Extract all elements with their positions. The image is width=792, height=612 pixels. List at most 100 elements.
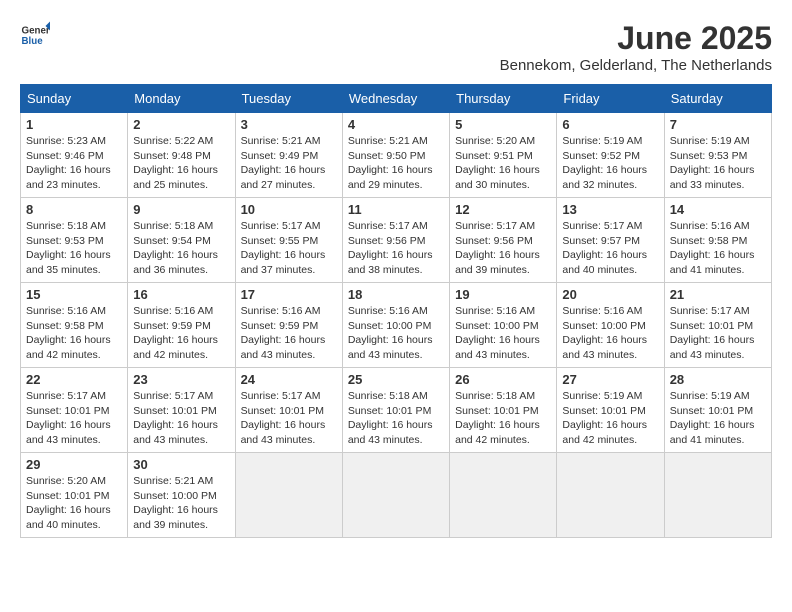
calendar-cell: 21 Sunrise: 5:17 AMSunset: 10:01 PMDaylig… [664, 283, 771, 368]
day-number: 8 [26, 202, 122, 217]
calendar-cell: 30Sunrise: 5:21 AMSunset: 10:00 PMDaylig… [128, 453, 235, 538]
day-number: 29 [26, 457, 122, 472]
calendar-cell: 28 Sunrise: 5:19 AMSunset: 10:01 PMDaylig… [664, 368, 771, 453]
day-number: 26 [455, 372, 551, 387]
calendar-cell: 22 Sunrise: 5:17 AMSunset: 10:01 PMDaylig… [21, 368, 128, 453]
day-number: 21 [670, 287, 766, 302]
calendar-cell: 27 Sunrise: 5:19 AMSunset: 10:01 PMDaylig… [557, 368, 664, 453]
day-info: Sunrise: 5:20 AMSunset: 9:51 PMDaylight:… [455, 134, 551, 193]
calendar-cell: 2 Sunrise: 5:22 AMSunset: 9:48 PMDaylight… [128, 113, 235, 198]
header-tuesday: Tuesday [235, 85, 342, 113]
calendar-cell [664, 453, 771, 538]
calendar-week-row: 29 Sunrise: 5:20 AMSunset: 10:01 PMDaylig… [21, 453, 772, 538]
day-number: 27 [562, 372, 658, 387]
location-subtitle: Bennekom, Gelderland, The Netherlands [500, 57, 772, 74]
calendar-week-row: 22 Sunrise: 5:17 AMSunset: 10:01 PMDaylig… [21, 368, 772, 453]
day-number: 14 [670, 202, 766, 217]
day-info: Sunrise: 5:19 AMSunset: 10:01 PMDaylight… [562, 389, 658, 448]
header-saturday: Saturday [664, 85, 771, 113]
calendar-cell: 7Sunrise: 5:19 AMSunset: 9:53 PMDaylight… [664, 113, 771, 198]
header: General Blue June 2025 Bennekom, Gelderl… [20, 20, 772, 74]
calendar-cell: 6Sunrise: 5:19 AMSunset: 9:52 PMDaylight… [557, 113, 664, 198]
day-number: 16 [133, 287, 229, 302]
calendar-cell: 4Sunrise: 5:21 AMSunset: 9:50 PMDaylight… [342, 113, 449, 198]
day-number: 10 [241, 202, 337, 217]
day-number: 18 [348, 287, 444, 302]
calendar-cell: 10 Sunrise: 5:17 AMSunset: 9:55 PMDayligh… [235, 198, 342, 283]
calendar-cell: 9 Sunrise: 5:18 AMSunset: 9:54 PMDaylight… [128, 198, 235, 283]
day-info: Sunrise: 5:17 AMSunset: 10:01 PMDaylight… [26, 389, 122, 448]
day-info: Sunrise: 5:17 AMSunset: 9:57 PMDaylight:… [562, 219, 658, 278]
day-info: Sunrise: 5:16 AMSunset: 10:00 PMDaylight… [455, 304, 551, 363]
svg-text:General: General [22, 26, 51, 37]
title-area: June 2025 Bennekom, Gelderland, The Neth… [500, 20, 772, 74]
calendar-cell: 15 Sunrise: 5:16 AMSunset: 9:58 PMDayligh… [21, 283, 128, 368]
day-number: 3 [241, 117, 337, 132]
day-info: Sunrise: 5:19 AMSunset: 10:01 PMDaylight… [670, 389, 766, 448]
day-number: 2 [133, 117, 229, 132]
calendar-cell: 5 Sunrise: 5:20 AMSunset: 9:51 PMDaylight… [450, 113, 557, 198]
calendar-table: SundayMondayTuesdayWednesdayThursdayFrid… [20, 84, 772, 538]
header-monday: Monday [128, 85, 235, 113]
day-info: Sunrise: 5:16 AMSunset: 10:00 PMDaylight… [562, 304, 658, 363]
day-info: Sunrise: 5:17 AMSunset: 9:55 PMDaylight:… [241, 219, 337, 278]
calendar-week-row: 8 Sunrise: 5:18 AMSunset: 9:53 PMDaylight… [21, 198, 772, 283]
calendar-cell [450, 453, 557, 538]
day-number: 9 [133, 202, 229, 217]
day-number: 12 [455, 202, 551, 217]
day-number: 6 [562, 117, 658, 132]
day-info: Sunrise: 5:18 AMSunset: 10:01 PMDaylight… [455, 389, 551, 448]
day-number: 11 [348, 202, 444, 217]
calendar-cell: 25Sunrise: 5:18 AMSunset: 10:01 PMDaylig… [342, 368, 449, 453]
day-info: Sunrise: 5:17 AMSunset: 10:01 PMDaylight… [670, 304, 766, 363]
day-number: 1 [26, 117, 122, 132]
day-info: Sunrise: 5:18 AMSunset: 9:54 PMDaylight:… [133, 219, 229, 278]
calendar-cell: 26 Sunrise: 5:18 AMSunset: 10:01 PMDaylig… [450, 368, 557, 453]
day-info: Sunrise: 5:16 AMSunset: 9:58 PMDaylight:… [670, 219, 766, 278]
calendar-cell [235, 453, 342, 538]
day-number: 25 [348, 372, 444, 387]
day-number: 24 [241, 372, 337, 387]
day-info: Sunrise: 5:22 AMSunset: 9:48 PMDaylight:… [133, 134, 229, 193]
day-info: Sunrise: 5:18 AMSunset: 9:53 PMDaylight:… [26, 219, 122, 278]
day-info: Sunrise: 5:16 AMSunset: 9:59 PMDaylight:… [133, 304, 229, 363]
day-info: Sunrise: 5:16 AMSunset: 9:58 PMDaylight:… [26, 304, 122, 363]
header-thursday: Thursday [450, 85, 557, 113]
day-info: Sunrise: 5:17 AMSunset: 9:56 PMDaylight:… [455, 219, 551, 278]
day-number: 17 [241, 287, 337, 302]
calendar-cell: 11 Sunrise: 5:17 AMSunset: 9:56 PMDayligh… [342, 198, 449, 283]
calendar-cell [557, 453, 664, 538]
month-title: June 2025 [500, 20, 772, 57]
calendar-cell: 17 Sunrise: 5:16 AMSunset: 9:59 PMDayligh… [235, 283, 342, 368]
calendar-cell: 18 Sunrise: 5:16 AMSunset: 10:00 PMDaylig… [342, 283, 449, 368]
day-number: 15 [26, 287, 122, 302]
day-info: Sunrise: 5:17 AMSunset: 10:01 PMDaylight… [241, 389, 337, 448]
logo: General Blue [20, 20, 50, 50]
header-friday: Friday [557, 85, 664, 113]
day-number: 30 [133, 457, 229, 472]
day-number: 20 [562, 287, 658, 302]
day-number: 23 [133, 372, 229, 387]
calendar-cell: 23 Sunrise: 5:17 AMSunset: 10:01 PMDaylig… [128, 368, 235, 453]
header-wednesday: Wednesday [342, 85, 449, 113]
calendar-week-row: 15 Sunrise: 5:16 AMSunset: 9:58 PMDayligh… [21, 283, 772, 368]
day-number: 22 [26, 372, 122, 387]
day-number: 28 [670, 372, 766, 387]
day-number: 19 [455, 287, 551, 302]
day-info: Sunrise: 5:16 AMSunset: 9:59 PMDaylight:… [241, 304, 337, 363]
day-info: Sunrise: 5:20 AMSunset: 10:01 PMDaylight… [26, 474, 122, 533]
calendar-cell: 29 Sunrise: 5:20 AMSunset: 10:01 PMDaylig… [21, 453, 128, 538]
calendar-cell: 3 Sunrise: 5:21 AMSunset: 9:49 PMDaylight… [235, 113, 342, 198]
header-sunday: Sunday [21, 85, 128, 113]
calendar-cell: 8 Sunrise: 5:18 AMSunset: 9:53 PMDaylight… [21, 198, 128, 283]
day-info: Sunrise: 5:16 AMSunset: 10:00 PMDaylight… [348, 304, 444, 363]
day-info: Sunrise: 5:17 AMSunset: 9:56 PMDaylight:… [348, 219, 444, 278]
calendar-week-row: 1Sunrise: 5:23 AMSunset: 9:46 PMDaylight… [21, 113, 772, 198]
day-number: 5 [455, 117, 551, 132]
day-info: Sunrise: 5:17 AMSunset: 10:01 PMDaylight… [133, 389, 229, 448]
calendar-cell: 13Sunrise: 5:17 AMSunset: 9:57 PMDayligh… [557, 198, 664, 283]
day-info: Sunrise: 5:21 AMSunset: 9:49 PMDaylight:… [241, 134, 337, 193]
logo-icon: General Blue [20, 20, 50, 50]
calendar-header-row: SundayMondayTuesdayWednesdayThursdayFrid… [21, 85, 772, 113]
calendar-cell: 1Sunrise: 5:23 AMSunset: 9:46 PMDaylight… [21, 113, 128, 198]
